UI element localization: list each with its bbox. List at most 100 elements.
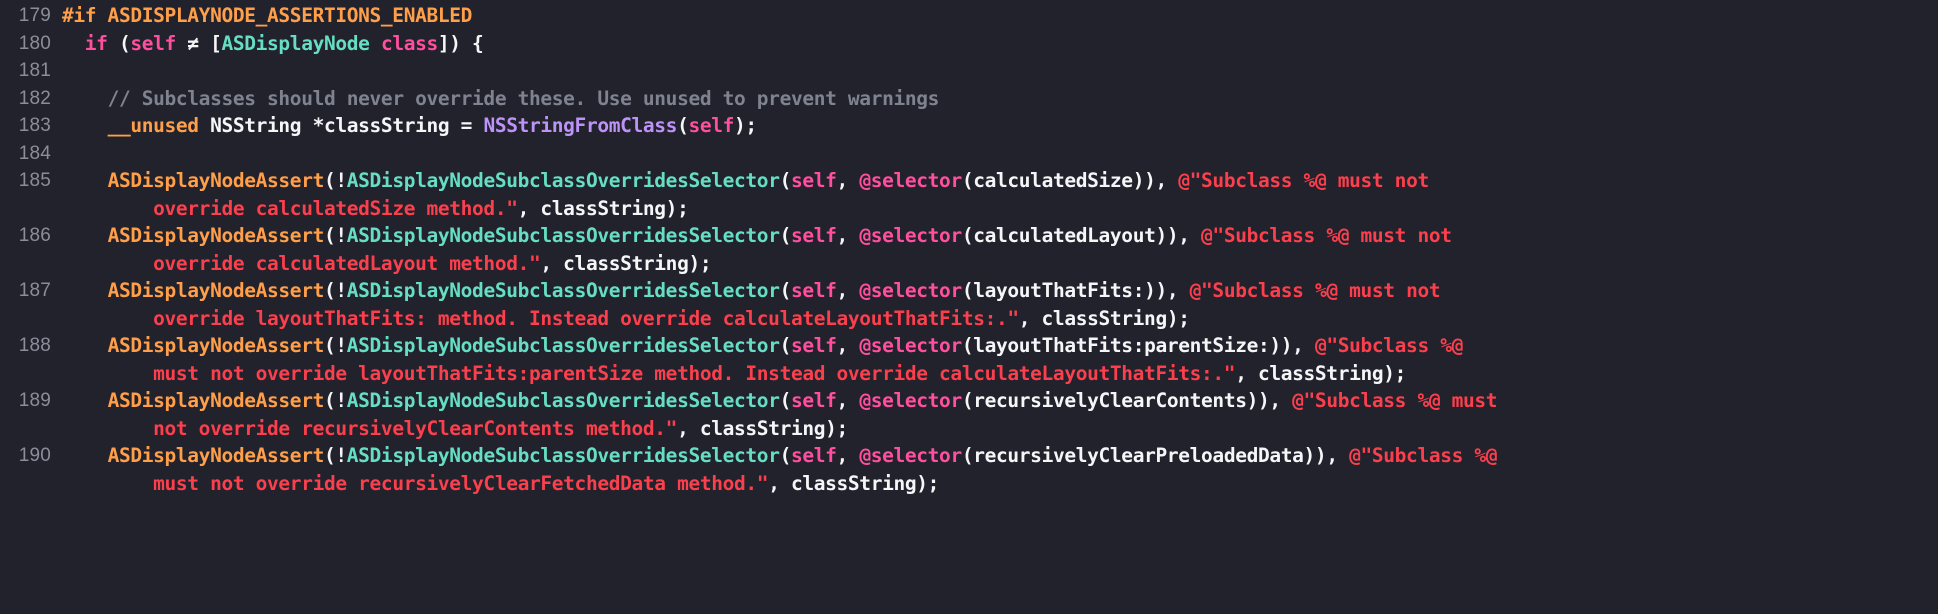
token-plain: , classString);	[517, 196, 689, 220]
line-number: 186	[18, 225, 51, 246]
line-number-gutter: 179 180 181 182 183 184 185 186 187 188 189 19…	[0, 0, 58, 497]
code-line[interactable]: // Subclasses should never override thes…	[62, 85, 1938, 113]
token-plain: (	[107, 31, 131, 55]
code-editor[interactable]: 179 180 181 182 183 184 185 186 187 188 189 19…	[0, 0, 1938, 614]
token-plain: (	[779, 389, 792, 412]
code-line-wrapped[interactable]: override calculatedSize method.", classS…	[62, 195, 1938, 223]
token-plain: NSString *classString =	[198, 114, 484, 137]
token-plain: (!	[323, 389, 347, 412]
token-keyword: @selector	[859, 169, 962, 192]
token-string: not override recursivelyClearContents me…	[153, 416, 678, 440]
token-type: ASDisplayNodeSubclassOverridesSelector	[346, 389, 780, 412]
line-number-wrap-filler	[0, 195, 58, 223]
code-line[interactable]: #if ASDISPLAYNODE_ASSERTIONS_ENABLED	[62, 2, 1938, 30]
token-plain: (calculatedLayout)),	[961, 224, 1202, 247]
code-line[interactable]: ASDisplayNodeAssert(!ASDisplayNodeSubcla…	[62, 332, 1938, 360]
line-number: 187	[18, 280, 51, 301]
token-plain: ,	[836, 389, 860, 412]
token-plain: (layoutThatFits:parentSize:)),	[961, 334, 1315, 357]
token-plain: (!	[323, 444, 347, 467]
line-number-wrap-filler	[0, 470, 58, 498]
token-string: @"Subclass %@	[1349, 444, 1498, 467]
token-type: ASDisplayNodeSubclassOverridesSelector	[346, 444, 780, 467]
code-line[interactable]	[62, 57, 1938, 85]
token-type: ASDisplayNode	[221, 31, 370, 55]
token-plain: );	[734, 114, 757, 137]
code-line[interactable]: ASDisplayNodeAssert(!ASDisplayNodeSubcla…	[62, 442, 1938, 470]
code-line-wrapped[interactable]: override layoutThatFits: method. Instead…	[62, 305, 1938, 333]
line-number-wrap-filler	[0, 305, 58, 333]
token-type: ASDisplayNodeSubclassOverridesSelector	[346, 334, 780, 357]
token-keyword: class	[380, 31, 438, 55]
token-plain: (	[779, 169, 792, 192]
code-line-wrapped[interactable]: must not override recursivelyClearFetche…	[62, 470, 1938, 498]
token-type: ASDisplayNodeSubclassOverridesSelector	[346, 169, 780, 192]
line-number: 189	[18, 390, 51, 411]
token-string: @"Subclass %@ must not	[1178, 169, 1429, 192]
token-plain: , classString);	[1018, 306, 1190, 330]
code-line-wrapped[interactable]: override calculatedLayout method.", clas…	[62, 250, 1938, 278]
token-plain: ,	[836, 169, 860, 192]
token-plain: ,	[836, 444, 860, 467]
line-number: 185	[18, 170, 51, 191]
token-plain: (	[779, 334, 792, 357]
token-keyword: @selector	[859, 224, 962, 247]
token-macro: ASDisplayNodeAssert	[107, 279, 325, 302]
line-number: 181	[18, 60, 51, 81]
code-line[interactable]: ASDisplayNodeAssert(!ASDisplayNodeSubcla…	[62, 167, 1938, 195]
token-plain: ]) {	[437, 31, 484, 55]
code-line-wrapped[interactable]: not override recursivelyClearContents me…	[62, 415, 1938, 443]
token-plain: , classString);	[768, 471, 940, 495]
code-line[interactable]: __unused NSString *classString = NSStrin…	[62, 112, 1938, 140]
token-plain: (	[779, 279, 792, 302]
token-keyword: self	[790, 279, 837, 302]
token-keyword: @selector	[859, 279, 962, 302]
code-line[interactable]: ASDisplayNodeAssert(!ASDisplayNodeSubcla…	[62, 387, 1938, 415]
token-plain: (recursivelyClearPreloadedData)),	[961, 444, 1350, 467]
token-plain: , classString);	[540, 251, 712, 275]
token-plain: (	[779, 444, 792, 467]
code-content-area[interactable]: #if ASDISPLAYNODE_ASSERTIONS_ENABLED if …	[58, 0, 1938, 497]
token-plain: ,	[836, 334, 860, 357]
token-plain: , classString);	[1235, 361, 1407, 385]
token-string: must not override layoutThatFits:parentS…	[153, 361, 1236, 385]
line-number: 188	[18, 335, 51, 356]
token-comment: // Subclasses should never override thes…	[107, 86, 940, 110]
code-line[interactable]: ASDisplayNodeAssert(!ASDisplayNodeSubcla…	[62, 277, 1938, 305]
line-number: 180	[18, 32, 51, 54]
token-keyword: self	[790, 169, 837, 192]
line-number: 182	[18, 87, 51, 109]
code-line[interactable]: if (self ≠ [ASDisplayNode class]) {	[62, 30, 1938, 58]
token-plain: (layoutThatFits:)),	[961, 279, 1190, 302]
token-plain: (!	[323, 169, 347, 192]
token-type: ASDisplayNodeSubclassOverridesSelector	[346, 224, 780, 247]
line-number: 184	[18, 142, 51, 164]
code-line[interactable]: ASDisplayNodeAssert(!ASDisplayNodeSubcla…	[62, 222, 1938, 250]
line-number-wrap-filler	[0, 250, 58, 278]
token-macro: #if ASDISPLAYNODE_ASSERTIONS_ENABLED	[62, 4, 473, 27]
line-number-wrap-filler	[0, 415, 58, 443]
token-keyword: self	[790, 224, 837, 247]
token-keyword: self	[688, 114, 735, 137]
code-line[interactable]	[62, 140, 1938, 168]
token-macro: __unused	[107, 114, 199, 137]
line-number: 179	[18, 5, 51, 26]
code-line-wrapped[interactable]: must not override layoutThatFits:parentS…	[62, 360, 1938, 388]
line-number-wrap-filler	[0, 360, 58, 388]
token-macro: ASDisplayNodeAssert	[107, 224, 325, 247]
token-string: must not override recursivelyClearFetche…	[153, 471, 769, 495]
token-string: @"Subclass %@ must not	[1189, 279, 1441, 302]
token-plain: (recursivelyClearContents)),	[961, 389, 1293, 412]
token-plain: (	[677, 114, 689, 137]
